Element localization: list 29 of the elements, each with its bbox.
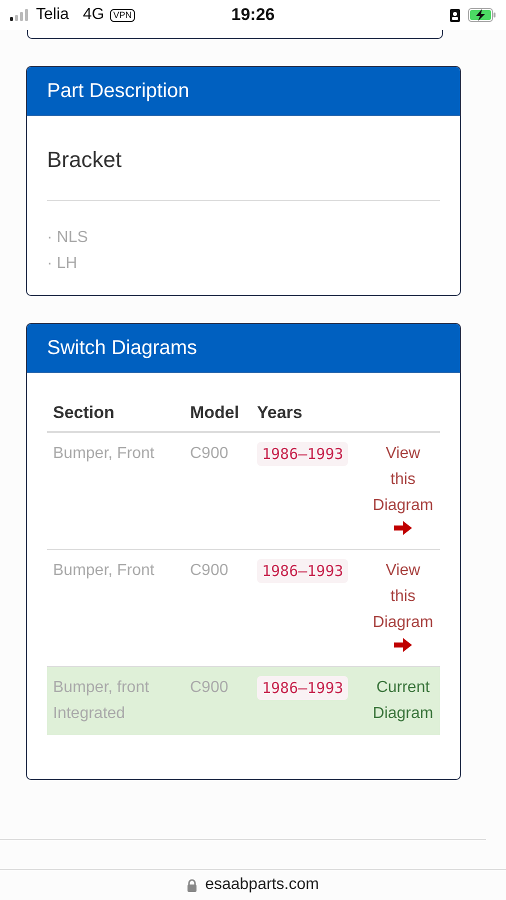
right-arrow-icon: [394, 638, 412, 652]
part-name: Bracket: [47, 146, 123, 174]
table-cell: Bumper, front Integrated: [47, 666, 184, 735]
years-code: 1986–1993: [257, 676, 348, 700]
card-header: Switch Diagrams: [27, 324, 460, 373]
right-arrow-icon: [394, 521, 412, 535]
table-cell: C900: [184, 432, 251, 550]
part-note: · LH: [47, 254, 78, 274]
view-diagram-link[interactable]: View this Diagram: [372, 558, 434, 636]
vpn-badge: VPN: [110, 8, 135, 22]
view-diagram-link[interactable]: View this Diagram: [372, 441, 434, 519]
current-diagram-label: Current Diagram: [372, 678, 434, 724]
table-cell: C900: [184, 666, 251, 735]
card-header: Part Description: [27, 67, 460, 116]
column-header: Years: [251, 397, 366, 432]
signal-icon: [10, 9, 30, 21]
column-header: Model: [184, 397, 251, 432]
part-note: · NLS: [47, 228, 89, 248]
years-code: 1986–1993: [257, 559, 348, 583]
carrier-name: Telia: [36, 6, 69, 24]
battery-charging-icon: [468, 8, 496, 22]
years-code: 1986–1993: [257, 442, 348, 466]
clock-time: 19:26: [230, 5, 276, 25]
column-header: Section: [47, 397, 184, 432]
lock-icon: [187, 878, 198, 892]
contact-card-icon: [450, 8, 460, 22]
table-cell: Bumper, Front: [47, 432, 184, 550]
url-text[interactable]: esaabparts.com: [205, 876, 319, 894]
network-type: 4G: [82, 6, 104, 24]
